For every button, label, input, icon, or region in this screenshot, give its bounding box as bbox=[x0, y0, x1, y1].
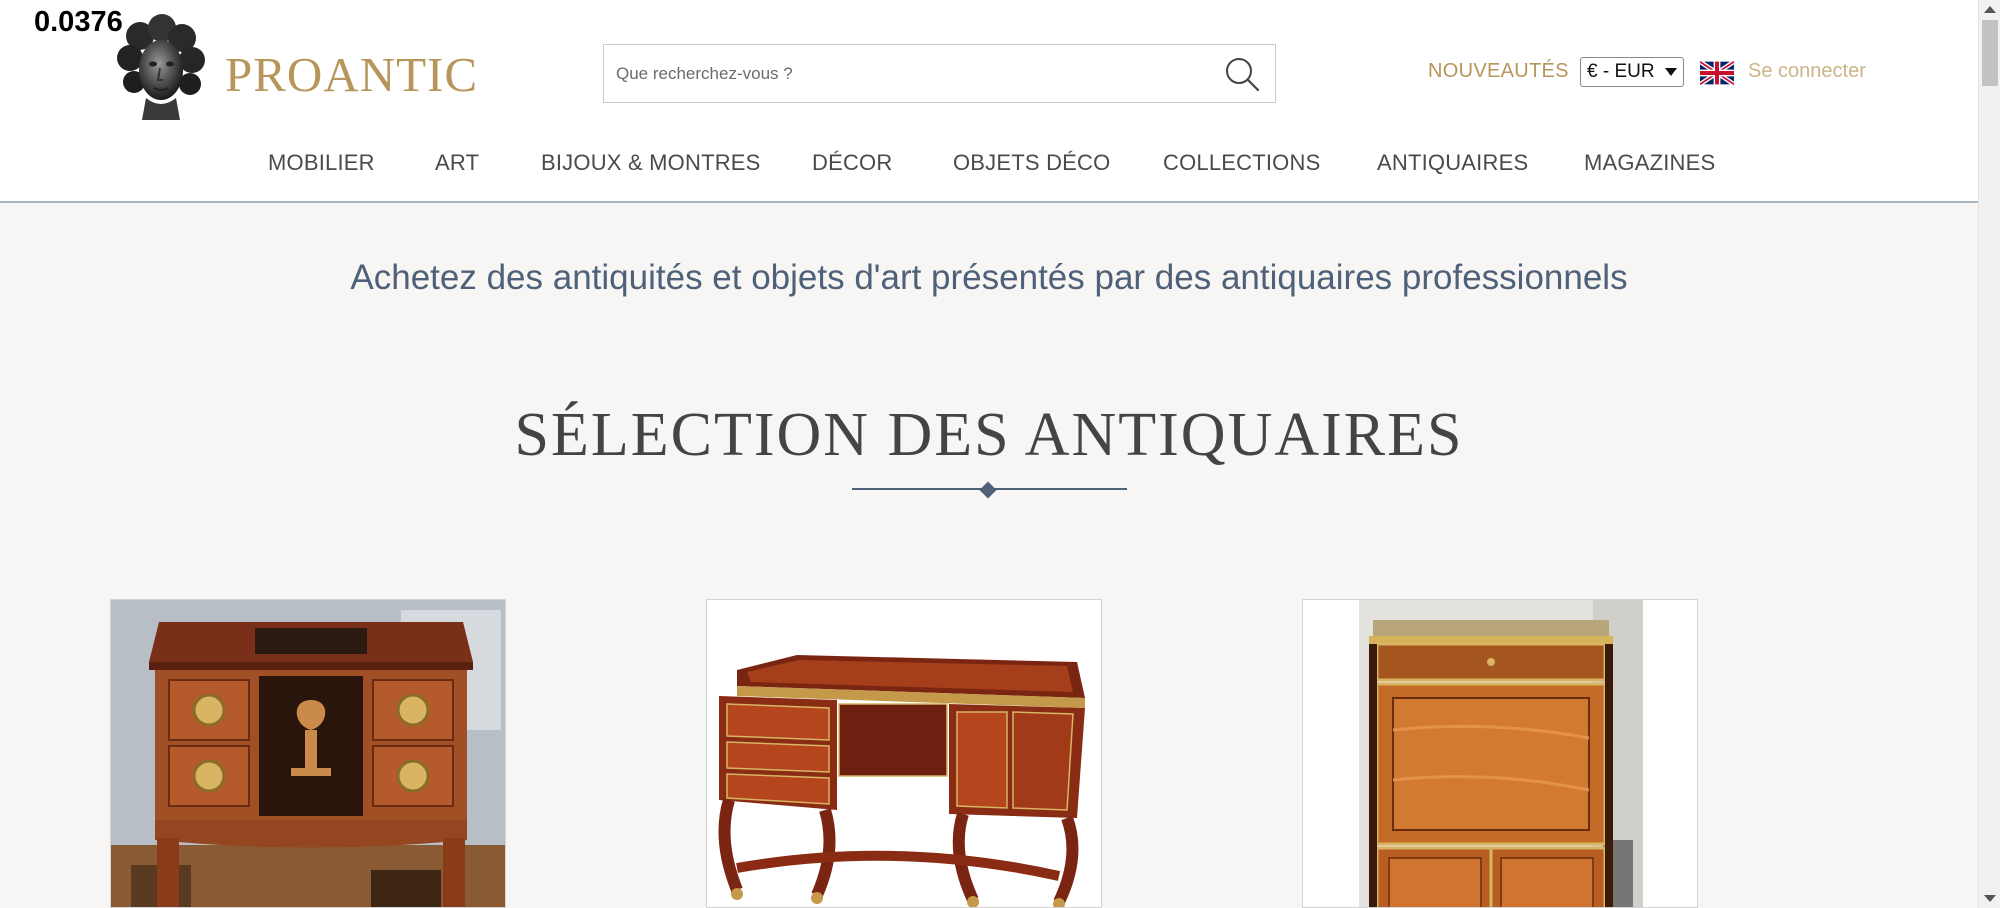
nav-item-mobilier[interactable]: MOBILIER bbox=[268, 150, 375, 176]
boulle-desk-image bbox=[707, 600, 1101, 907]
scroll-up-arrow-icon[interactable] bbox=[1984, 6, 1996, 13]
page-tagline: Achetez des antiquités et objets d'art p… bbox=[350, 258, 1628, 297]
currency-select[interactable]: € - EUR bbox=[1580, 57, 1684, 87]
nav-item-art[interactable]: ART bbox=[435, 150, 479, 176]
brand-logo-text[interactable]: PROANTIC bbox=[225, 46, 478, 103]
main-navigation: MOBILIER ART BIJOUX & MONTRES DÉCOR OBJE… bbox=[0, 150, 1978, 180]
section-title: SÉLECTION DES ANTIQUAIRES bbox=[514, 401, 1464, 469]
nav-item-collections[interactable]: COLLECTIONS bbox=[1163, 150, 1320, 176]
nav-item-magazines[interactable]: MAGAZINES bbox=[1584, 150, 1715, 176]
marquetry-commode-image bbox=[111, 600, 505, 907]
login-link[interactable]: Se connecter bbox=[1748, 60, 1866, 83]
product-card-1[interactable] bbox=[110, 599, 506, 908]
secretaire-cabinet-image bbox=[1303, 600, 1697, 907]
nav-item-antiquaires[interactable]: ANTIQUAIRES bbox=[1377, 150, 1528, 176]
scrollbar-thumb[interactable] bbox=[1982, 20, 1998, 86]
product-card-3[interactable] bbox=[1302, 599, 1698, 908]
site-header: 0.0376 PROANTIC Que recherchez-vous ? NO… bbox=[0, 0, 1978, 203]
overlay-score: 0.0376 bbox=[34, 6, 123, 38]
search-icon[interactable] bbox=[1223, 55, 1261, 93]
diamond-icon bbox=[979, 481, 997, 499]
scroll-down-arrow-icon[interactable] bbox=[1984, 895, 1996, 902]
nouveautes-link[interactable]: NOUVEAUTÉS bbox=[1428, 60, 1569, 83]
search-bar bbox=[603, 44, 1276, 103]
nav-item-decor[interactable]: DÉCOR bbox=[812, 150, 892, 176]
chevron-down-icon bbox=[1665, 68, 1677, 76]
currency-selected-value: € - EUR bbox=[1587, 61, 1655, 82]
bust-logo-icon[interactable] bbox=[110, 14, 210, 122]
nav-item-bijoux-montres[interactable]: BIJOUX & MONTRES bbox=[541, 150, 761, 176]
product-card-2[interactable] bbox=[706, 599, 1102, 908]
page-scrollbar[interactable] bbox=[1978, 0, 2000, 908]
search-input[interactable] bbox=[616, 59, 1176, 89]
nav-item-objets-deco[interactable]: OBJETS DÉCO bbox=[953, 150, 1110, 176]
uk-flag-icon[interactable] bbox=[1698, 59, 1736, 87]
